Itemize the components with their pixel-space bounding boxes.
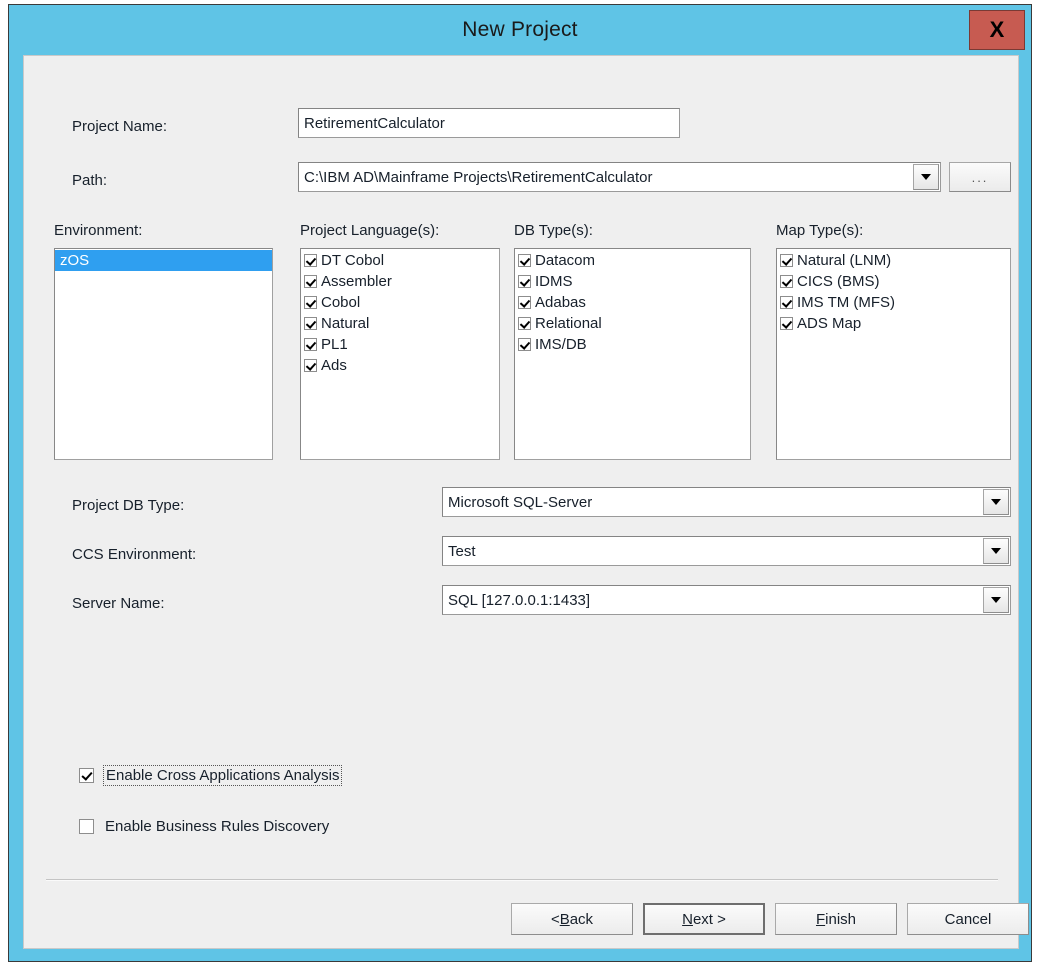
list-item-label: IMS TM (MFS): [797, 294, 896, 311]
close-icon[interactable]: X: [969, 10, 1025, 50]
checkbox-icon[interactable]: [304, 275, 317, 288]
browse-path-button[interactable]: ...: [949, 162, 1011, 192]
list-item-label: Assembler: [321, 273, 392, 290]
project-name-input[interactable]: RetirementCalculator: [298, 108, 680, 138]
list-item[interactable]: Ads: [301, 355, 499, 376]
project-name-label: Project Name:: [72, 118, 168, 135]
checkbox-icon[interactable]: [780, 275, 793, 288]
finish-button[interactable]: Finish: [775, 903, 897, 935]
db-types-listbox[interactable]: Datacom IDMS Adabas Relational IMS/DB: [514, 248, 751, 460]
list-item[interactable]: IMS/DB: [515, 334, 750, 355]
checkbox-icon[interactable]: [304, 359, 317, 372]
path-value: C:\IBM AD\Mainframe Projects\RetirementC…: [304, 168, 653, 186]
list-item[interactable]: DT Cobol: [301, 250, 499, 271]
enable-business-rules-discovery-label: Enable Business Rules Discovery: [105, 818, 330, 835]
list-item[interactable]: Datacom: [515, 250, 750, 271]
checkbox-icon[interactable]: [304, 254, 317, 267]
list-item-label: Cobol: [321, 294, 361, 311]
checkbox-icon[interactable]: [518, 296, 531, 309]
list-item-label: Natural (LNM): [797, 252, 892, 269]
ccs-environment-label: CCS Environment:: [72, 546, 197, 563]
list-item[interactable]: Natural: [301, 313, 499, 334]
dialog-client-area: Project Name: RetirementCalculator Path:…: [23, 55, 1029, 949]
list-item[interactable]: IDMS: [515, 271, 750, 292]
list-item-label: IDMS: [535, 273, 573, 290]
back-button-accel: B: [559, 910, 570, 928]
chevron-down-icon[interactable]: [983, 587, 1009, 613]
next-button-text: ext >: [692, 910, 726, 928]
chevron-down-icon[interactable]: [913, 164, 939, 190]
checkbox-icon[interactable]: [518, 254, 531, 267]
list-item[interactable]: Relational: [515, 313, 750, 334]
checkbox-icon[interactable]: [780, 317, 793, 330]
enable-cross-applications-analysis-checkbox[interactable]: [79, 768, 94, 783]
enable-cross-applications-analysis-label: Enable Cross Applications Analysis: [102, 765, 343, 786]
list-item[interactable]: Assembler: [301, 271, 499, 292]
enable-business-rules-discovery-checkbox[interactable]: [79, 819, 94, 834]
list-item[interactable]: Natural (LNM): [777, 250, 1010, 271]
next-button[interactable]: Next >: [643, 903, 765, 935]
list-item-label: Ads: [321, 357, 347, 374]
back-button[interactable]: < Back: [511, 903, 633, 935]
path-combobox[interactable]: C:\IBM AD\Mainframe Projects\RetirementC…: [298, 162, 941, 192]
list-item-label: Datacom: [535, 252, 596, 269]
checkbox-icon[interactable]: [518, 338, 531, 351]
checkbox-icon[interactable]: [518, 275, 531, 288]
finish-button-accel: F: [815, 910, 826, 928]
chevron-down-icon[interactable]: [983, 538, 1009, 564]
list-item[interactable]: ADS Map: [777, 313, 1010, 334]
next-button-accel: N: [682, 910, 693, 928]
list-item[interactable]: PL1: [301, 334, 499, 355]
checkbox-icon[interactable]: [304, 338, 317, 351]
ccs-environment-value: Test: [448, 542, 476, 560]
project-db-type-value: Microsoft SQL-Server: [448, 493, 593, 511]
list-item[interactable]: IMS TM (MFS): [777, 292, 1010, 313]
checkbox-icon[interactable]: [518, 317, 531, 330]
list-item[interactable]: zOS: [55, 250, 272, 271]
environment-listbox[interactable]: zOS: [54, 248, 273, 460]
list-item-label: IMS/DB: [535, 336, 587, 353]
enable-business-rules-discovery-row[interactable]: Enable Business Rules Discovery: [79, 818, 329, 835]
new-project-dialog: New Project X Project Name: RetirementCa…: [8, 4, 1032, 962]
checkbox-icon[interactable]: [780, 254, 793, 267]
checkbox-icon[interactable]: [304, 317, 317, 330]
map-types-listbox[interactable]: Natural (LNM) CICS (BMS) IMS TM (MFS) AD…: [776, 248, 1011, 460]
cancel-button[interactable]: Cancel: [907, 903, 1029, 935]
chevron-down-icon[interactable]: [983, 489, 1009, 515]
project-languages-listbox[interactable]: DT Cobol Assembler Cobol Natural PL1 Ads: [300, 248, 500, 460]
list-item-label: DT Cobol: [321, 252, 385, 269]
list-item-label: PL1: [321, 336, 348, 353]
back-button-text: ack: [569, 910, 594, 928]
ccs-environment-combobox[interactable]: Test: [442, 536, 1011, 566]
list-item[interactable]: CICS (BMS): [777, 271, 1010, 292]
server-name-combobox[interactable]: SQL [127.0.0.1:1433]: [442, 585, 1011, 615]
back-button-prefix: <: [550, 910, 560, 928]
project-db-type-label: Project DB Type:: [72, 497, 185, 514]
checkbox-icon[interactable]: [304, 296, 317, 309]
footer-divider: [46, 879, 998, 881]
checkbox-icon[interactable]: [780, 296, 793, 309]
map-types-label: Map Type(s):: [776, 222, 864, 239]
list-item[interactable]: Cobol: [301, 292, 499, 313]
project-db-type-combobox[interactable]: Microsoft SQL-Server: [442, 487, 1011, 517]
server-name-label: Server Name:: [72, 595, 165, 612]
title-bar: New Project X: [9, 5, 1031, 55]
list-item-label: Relational: [535, 315, 602, 332]
window-title: New Project: [462, 18, 578, 41]
list-item-label: ADS Map: [797, 315, 862, 332]
enable-cross-applications-analysis-row[interactable]: Enable Cross Applications Analysis: [79, 765, 343, 786]
list-item-label: Natural: [321, 315, 370, 332]
server-name-value: SQL [127.0.0.1:1433]: [448, 591, 591, 609]
environment-label: Environment:: [54, 222, 143, 239]
list-item[interactable]: Adabas: [515, 292, 750, 313]
path-label: Path:: [72, 172, 108, 189]
list-item-label: CICS (BMS): [797, 273, 880, 290]
cancel-button-text: Cancel: [944, 910, 992, 928]
finish-button-text: inish: [825, 910, 857, 928]
db-types-label: DB Type(s):: [514, 222, 593, 239]
list-item-label: Adabas: [535, 294, 586, 311]
project-languages-label: Project Language(s):: [300, 222, 440, 239]
